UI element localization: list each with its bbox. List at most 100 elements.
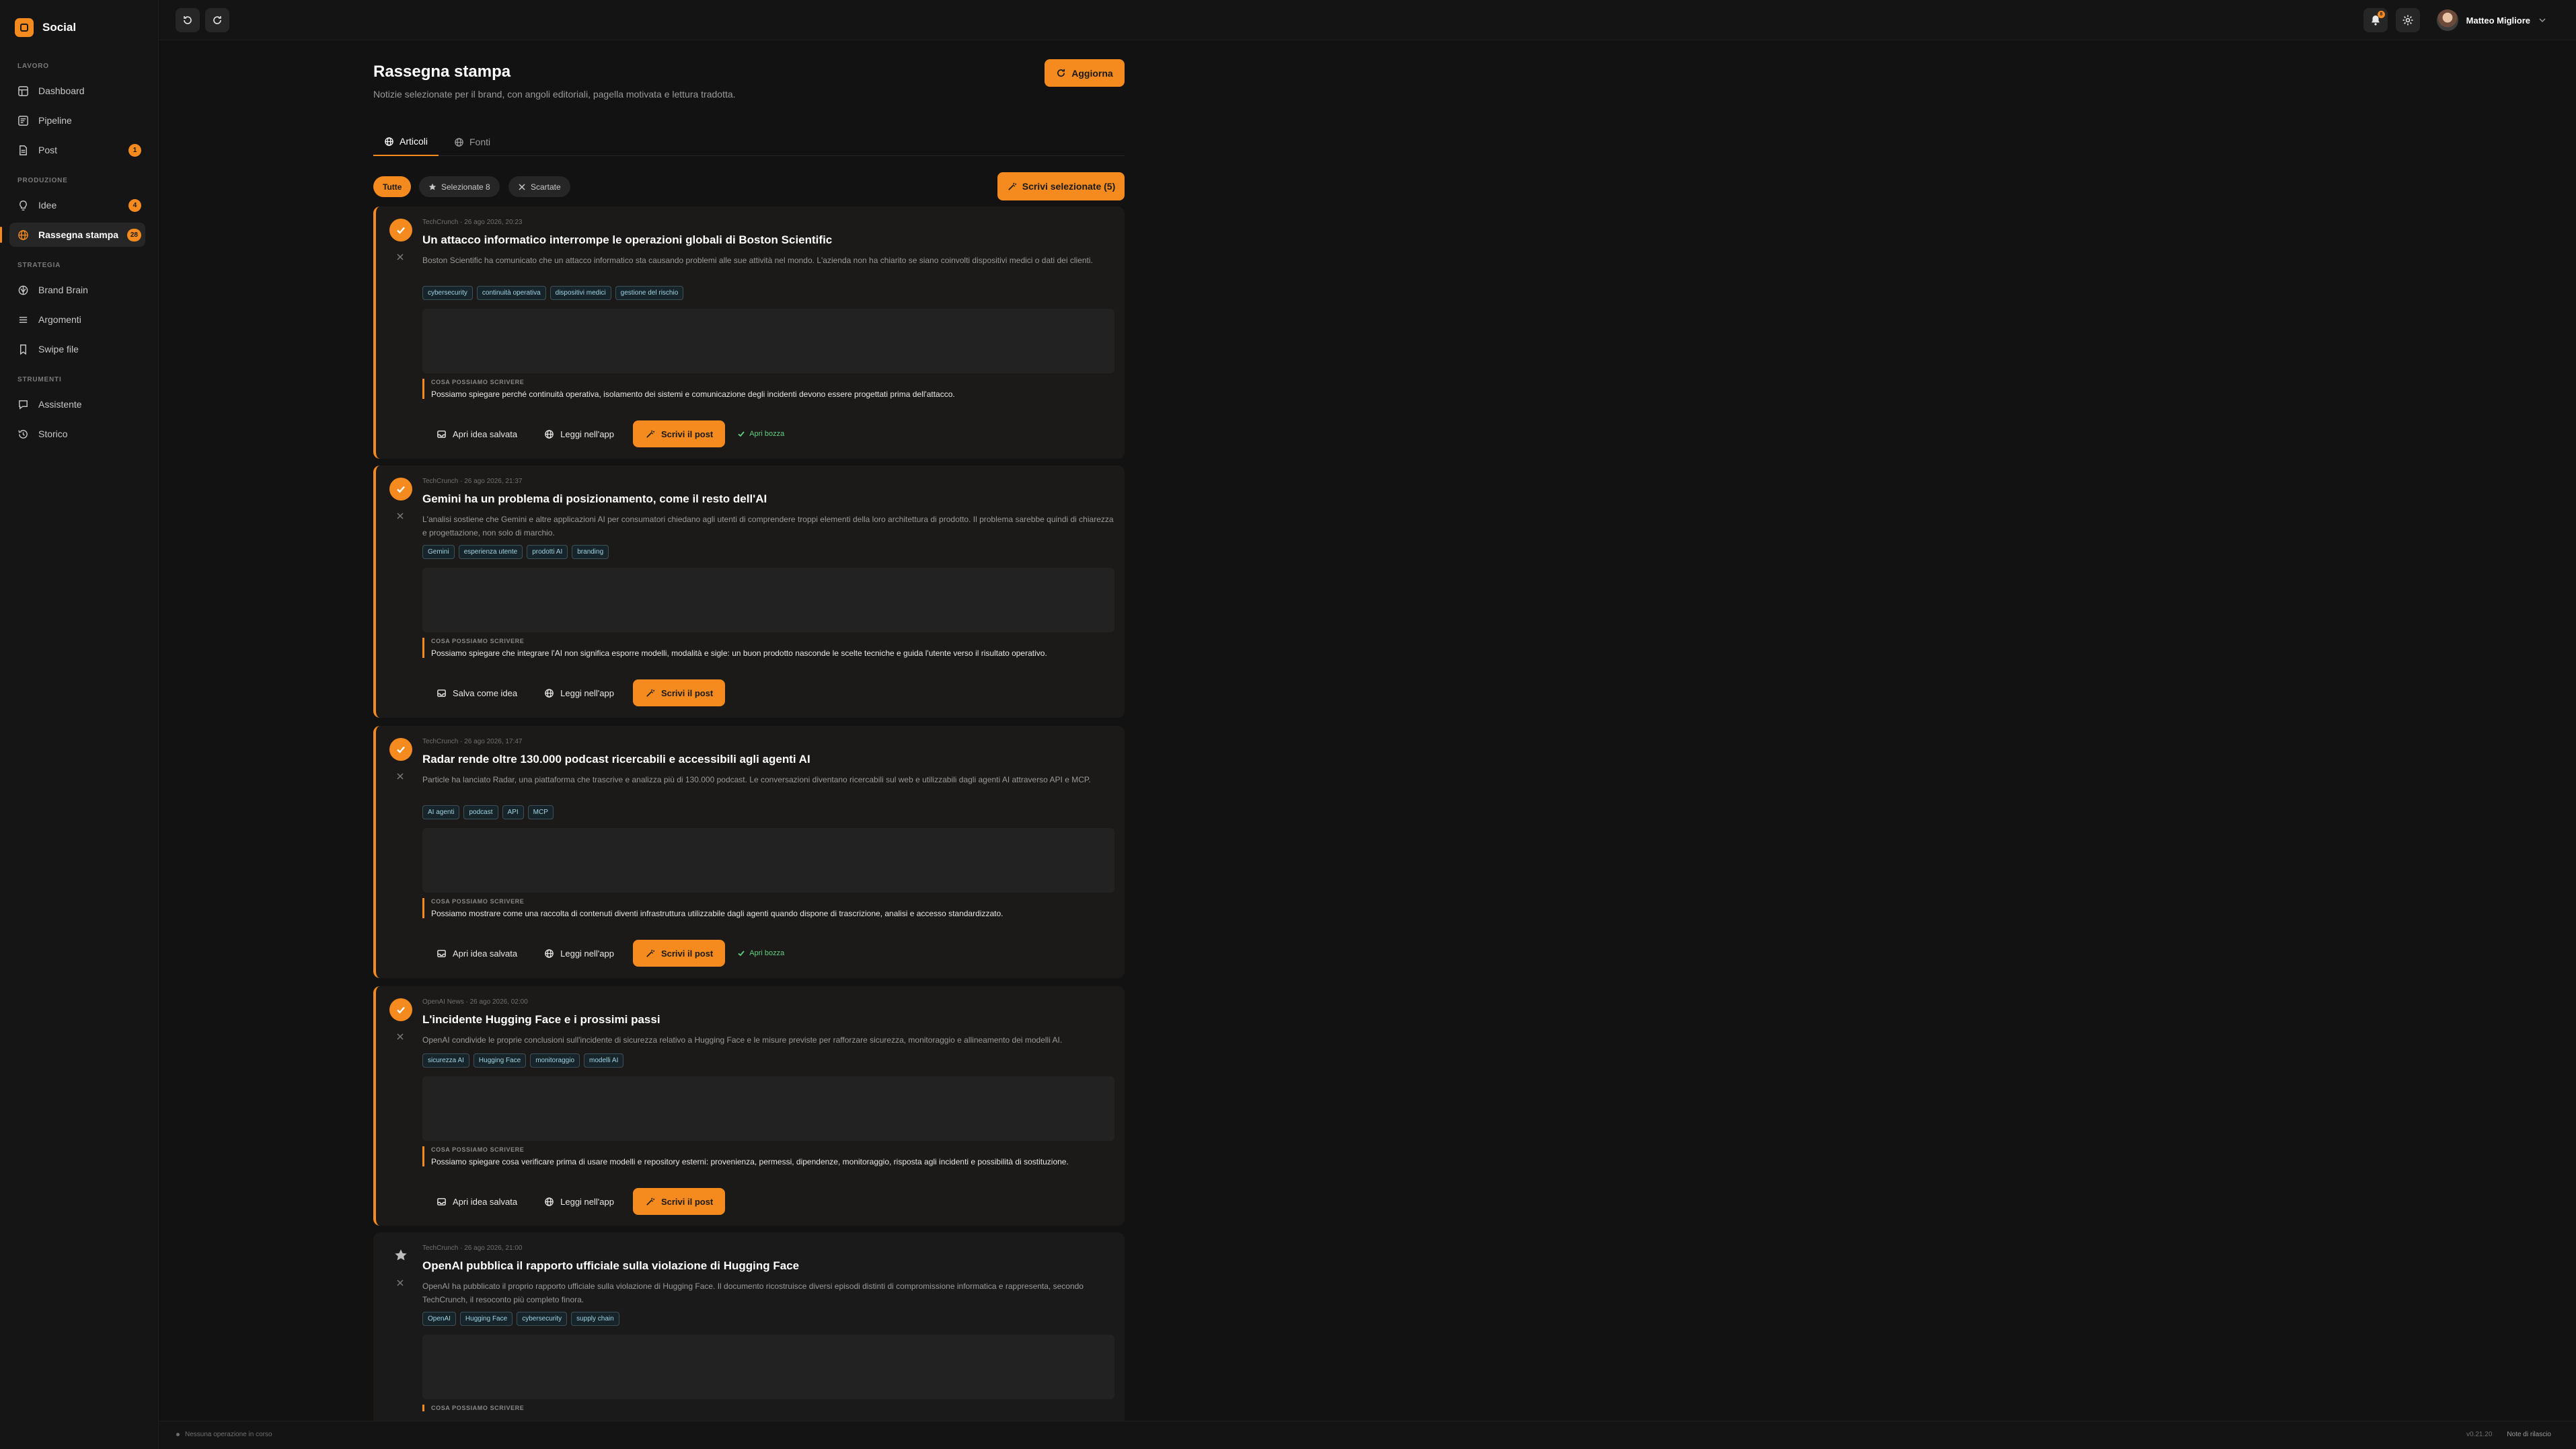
article-image-placeholder [422,309,1114,373]
dismiss-icon[interactable] [395,772,405,781]
star-icon[interactable] [394,1249,408,1262]
tag: esperienza utente [458,545,523,559]
read-in-app-button[interactable]: Leggi nell'app [536,1188,622,1215]
tab-articoli[interactable]: Articoli [373,128,439,156]
dismiss-icon[interactable] [395,1032,405,1041]
article-title[interactable]: L'incidente Hugging Face e i prossimi pa… [422,1013,660,1027]
article-title[interactable]: Un attacco informatico interrompe le ope… [422,233,832,247]
check-icon [397,1006,405,1014]
select-toggle[interactable] [389,998,412,1021]
open-draft-link[interactable]: Apri bozza [736,940,786,967]
status-text: Nessuna operazione in corso [185,1431,272,1438]
dismiss-icon[interactable] [395,252,405,262]
refresh-icon [1057,69,1065,77]
tag: API [502,805,524,819]
action-label: Scrivi il post [660,948,714,959]
write-post-button[interactable]: Scrivi il post [632,940,726,967]
sidebar-item-dashboard[interactable]: Dashboard [9,79,145,103]
action-label: Scrivi il post [660,429,714,439]
article-meta: OpenAI News · 26 ago 2026, 02:00 [422,998,528,1006]
list-icon [19,316,28,323]
chat-icon [19,400,28,410]
write-selected-label: Scrivi selezionate (5) [1022,181,1116,192]
dismiss-icon[interactable] [395,1278,405,1288]
tag: Hugging Face [459,1312,513,1326]
undo-icon [184,16,192,24]
article-image-placeholder [422,1076,1114,1141]
filter-selezionate[interactable]: Selezionate 8 [419,176,500,197]
globe-icon [545,688,554,698]
write-post-button[interactable]: Scrivi il post [632,679,726,706]
article-title[interactable]: Radar rende oltre 130.000 podcast ricerc… [422,753,810,766]
open-saved-idea-button[interactable]: Apri idea salvata [428,420,525,447]
select-toggle[interactable] [389,478,412,500]
status-bar: Nessuna operazione in corso v0.21.20 Not… [159,1421,2576,1449]
sidebar-section-strumenti: STRUMENTI [17,376,62,383]
filter-bar: Tutte Selezionate 8 Scartate Scrivi sele… [373,172,1125,200]
sidebar-item-label: Pipeline [38,115,72,126]
write-selected-button[interactable]: Scrivi selezionate (5) [997,172,1125,200]
article-meta: TechCrunch · 26 ago 2026, 17:47 [422,738,523,745]
open-draft-link[interactable]: Apri bozza [736,420,786,447]
article-card: OpenAI News · 26 ago 2026, 02:00 L'incid… [373,986,1125,1226]
release-notes-link[interactable]: Note di rilascio [2507,1431,2551,1438]
check-icon [397,486,405,493]
article-summary: Boston Scientific ha comunicato che un a… [422,256,1093,265]
sidebar-section-strategia: STRATEGIA [17,262,61,269]
post-count-badge: 1 [128,144,141,157]
wand-icon [646,949,655,957]
tab-label: Articoli [400,136,428,147]
tag: podcast [463,805,498,819]
select-toggle[interactable] [389,738,412,761]
dashboard-icon [18,85,28,96]
status-dot-icon [176,1433,180,1436]
action-label: Leggi nell'app [560,1196,614,1207]
sidebar-item-label: Assistente [38,399,82,410]
gear-icon [2402,15,2413,26]
read-in-app-button[interactable]: Leggi nell'app [536,420,622,447]
article-summary: Particle ha lanciato Radar, una piattafo… [422,775,1091,784]
undo-button[interactable] [176,8,200,32]
read-in-app-button[interactable]: Leggi nell'app [536,679,622,706]
sidebar-item-idee[interactable]: Idee 4 [9,193,145,217]
sidebar-item-swipe-file[interactable]: Swipe file [9,337,145,361]
sidebar-item-brand-brain[interactable]: Brand Brain [9,278,145,302]
article-title[interactable]: OpenAI pubblica il rapporto ufficiale su… [422,1259,799,1273]
globe-icon [545,1197,554,1206]
sidebar-item-rassegna-stampa[interactable]: Rassegna stampa 28 [0,223,145,247]
article-title[interactable]: Gemini ha un problema di posizionamento,… [422,492,767,506]
settings-button[interactable] [2396,8,2420,32]
refresh-button[interactable]: Aggiorna [1045,59,1125,87]
filter-tutte[interactable]: Tutte [373,176,412,197]
open-saved-idea-button[interactable]: Apri idea salvata [428,1188,525,1215]
tag-list: sicurezza AI Hugging Face monitoraggio m… [422,1053,624,1068]
dismiss-icon[interactable] [395,511,405,521]
angle-label: COSA POSSIAMO SCRIVERE [431,638,525,644]
article-actions: Salva come idea Leggi nell'app Scrivi il… [428,679,726,706]
sidebar-item-storico[interactable]: Storico [9,422,145,446]
user-menu[interactable]: Matteo Migliore [2436,8,2546,32]
tag: OpenAI [422,1312,456,1326]
tab-fonti[interactable]: Fonti [443,128,501,156]
write-post-button[interactable]: Scrivi il post [632,420,726,447]
read-in-app-button[interactable]: Leggi nell'app [536,940,622,967]
open-saved-idea-button[interactable]: Apri idea salvata [428,940,525,967]
sidebar-item-argomenti[interactable]: Argomenti [9,307,145,332]
tag: sicurezza AI [422,1053,469,1068]
sidebar-item-post[interactable]: Post 1 [9,138,145,162]
history-icon [18,429,28,439]
select-toggle[interactable] [389,219,412,241]
save-as-idea-button[interactable]: Salva come idea [428,679,525,706]
notifications-button[interactable]: 8 [2363,8,2388,32]
tag-list: cybersecurity continuità operativa dispo… [422,286,684,300]
sidebar-item-pipeline[interactable]: Pipeline [9,108,145,133]
redo-button[interactable] [205,8,229,32]
filter-scartate[interactable]: Scartate [508,176,570,197]
pipeline-icon [18,115,28,126]
tabs: Articoli Fonti [373,128,1125,156]
tag-list: OpenAI Hugging Face cybersecurity supply… [422,1312,619,1326]
angle-text: Possiamo spiegare perché continuità oper… [431,389,955,399]
sidebar-item-assistente[interactable]: Assistente [9,392,145,416]
brand[interactable]: Social [15,18,76,37]
write-post-button[interactable]: Scrivi il post [632,1188,726,1215]
